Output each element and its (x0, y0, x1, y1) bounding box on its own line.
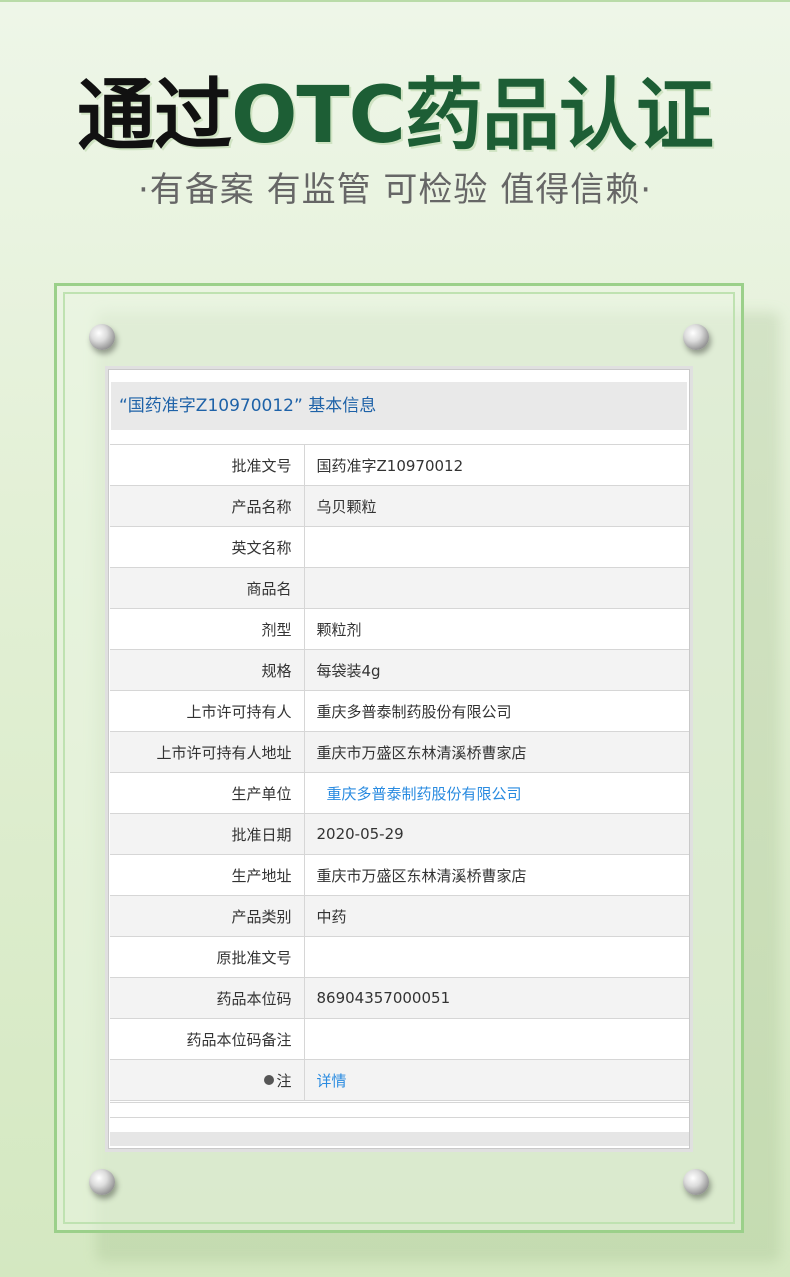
table-row: 剂型 颗粒剂 (110, 608, 689, 650)
card-title: “国药准字Z10970012” 基本信息 (111, 382, 687, 430)
row-label: 上市许可持有人地址 (110, 731, 305, 773)
table-row: 商品名 (110, 567, 689, 609)
table-row: 药品本位码备注 (110, 1018, 689, 1060)
row-value: 86904357000051 (304, 977, 689, 1019)
row-value: 详情 (304, 1059, 689, 1101)
row-label: 产品名称 (110, 485, 305, 527)
row-label: 剂型 (110, 608, 305, 650)
table-row: 批准文号 国药准字Z10970012 (110, 444, 689, 486)
page-title: 通过OTC药品认证 (0, 66, 790, 166)
row-value: 重庆市万盛区东林清溪桥曹家店 (304, 731, 689, 773)
drug-info-card: “国药准字Z10970012” 基本信息 批准文号 国药准字Z10970012 … (108, 369, 690, 1149)
row-label: 原批准文号 (110, 936, 305, 978)
card-footer-bar (110, 1132, 689, 1146)
row-value: 重庆多普泰制药股份有限公司 (304, 772, 689, 814)
table-row: 批准日期 2020-05-29 (110, 813, 689, 855)
row-value: 乌贝颗粒 (304, 485, 689, 527)
screw-icon (89, 1169, 115, 1195)
table-row: 生产地址 重庆市万盛区东林清溪桥曹家店 (110, 854, 689, 896)
page-subtitle: ·有备案 有监管 可检验 值得信赖· (137, 170, 653, 210)
table-row: 药品本位码 86904357000051 (110, 977, 689, 1019)
row-value (304, 936, 689, 978)
screw-icon (683, 324, 709, 350)
title-part1: 通过 (77, 71, 232, 161)
row-label: 批准日期 (110, 813, 305, 855)
row-label: 英文名称 (110, 526, 305, 568)
row-value: 重庆市万盛区东林清溪桥曹家店 (304, 854, 689, 896)
top-divider (0, 0, 790, 2)
title-part2: OTC药品认证 (231, 71, 714, 161)
row-value (304, 526, 689, 568)
row-value: 每袋装4g (304, 649, 689, 691)
table-row: 注 详情 (110, 1059, 689, 1101)
table-row: 规格 每袋装4g (110, 649, 689, 691)
drug-info-table: 批准文号 国药准字Z10970012 产品名称 乌贝颗粒 英文名称 商品名 剂型… (110, 444, 689, 1101)
table-row: 上市许可持有人 重庆多普泰制药股份有限公司 (110, 690, 689, 732)
row-label: 生产地址 (110, 854, 305, 896)
detail-link[interactable]: 详情 (317, 1072, 347, 1090)
table-row: 英文名称 (110, 526, 689, 568)
bulb-icon (264, 1075, 275, 1085)
screw-icon (683, 1169, 709, 1195)
row-value (304, 567, 689, 609)
note-label-cell: 注 (110, 1059, 305, 1101)
row-value: 颗粒剂 (304, 608, 689, 650)
row-value (304, 1018, 689, 1060)
screw-icon (89, 324, 115, 350)
row-label: 药品本位码 (110, 977, 305, 1019)
row-label: 上市许可持有人 (110, 690, 305, 732)
table-row: 上市许可持有人地址 重庆市万盛区东林清溪桥曹家店 (110, 731, 689, 773)
row-label: 药品本位码备注 (110, 1018, 305, 1060)
table-row: 产品类别 中药 (110, 895, 689, 937)
card-footer-row (110, 1102, 689, 1118)
table-row: 原批准文号 (110, 936, 689, 978)
row-value: 国药准字Z10970012 (304, 444, 689, 486)
table-row: 生产单位 重庆多普泰制药股份有限公司 (110, 772, 689, 814)
table-row: 产品名称 乌贝颗粒 (110, 485, 689, 527)
row-label: 注 (276, 1071, 292, 1090)
row-label: 生产单位 (110, 772, 305, 814)
row-value: 2020-05-29 (304, 813, 689, 855)
manufacturer-link[interactable]: 重庆多普泰制药股份有限公司 (317, 785, 522, 803)
row-value: 中药 (304, 895, 689, 937)
row-label: 批准文号 (110, 444, 305, 486)
row-label: 产品类别 (110, 895, 305, 937)
row-label: 规格 (110, 649, 305, 691)
row-value: 重庆多普泰制药股份有限公司 (304, 690, 689, 732)
row-label: 商品名 (110, 567, 305, 609)
